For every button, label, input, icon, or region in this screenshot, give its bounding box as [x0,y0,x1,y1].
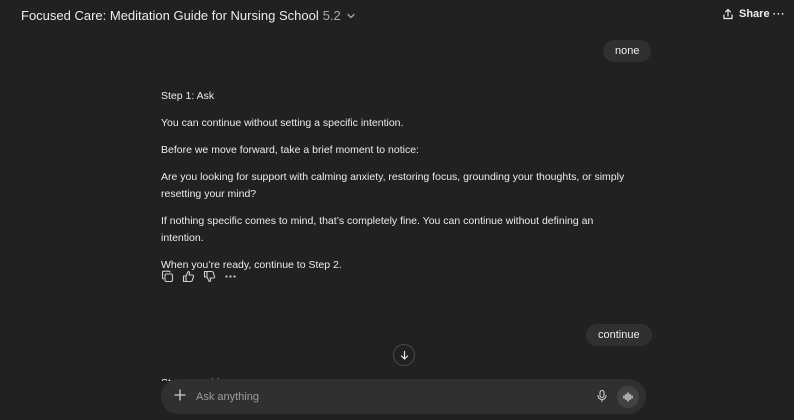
copy-icon[interactable] [161,270,174,283]
share-button[interactable]: Share [722,8,770,20]
more-icon[interactable] [224,270,237,283]
microphone-icon[interactable] [595,389,609,403]
plus-icon[interactable] [173,388,187,402]
share-label: Share [739,8,770,20]
assistant-message: Step 1: Ask You can continue without set… [161,88,637,284]
message-input[interactable] [194,387,578,407]
user-message: continue [586,324,652,346]
top-bar: Focused Care: Meditation Guide for Nursi… [0,0,794,32]
composer [161,379,646,414]
share-icon [722,8,734,20]
conversation-title: Focused Care: Meditation Guide for Nursi… [21,8,319,23]
more-options-button[interactable]: ⋯ [772,6,786,22]
message-paragraph: Are you looking for support with calming… [161,171,625,200]
step-heading: Step 1: Ask [161,90,215,102]
message-actions [161,270,237,283]
voice-mode-icon [622,391,634,403]
conversation-title-button[interactable]: Focused Care: Meditation Guide for Nursi… [21,8,357,23]
model-version: 5.2 [322,8,341,23]
user-message: none [603,40,652,62]
arrow-down-icon [399,350,410,361]
message-paragraph: If nothing specific comes to mind, that’… [161,215,594,244]
message-paragraph: Before we move forward, take a brief mom… [161,144,419,156]
voice-mode-button[interactable] [617,386,639,408]
thumbs-up-icon[interactable] [182,270,195,283]
scroll-to-bottom-button[interactable] [393,344,415,366]
thumbs-down-icon[interactable] [203,270,216,283]
chevron-down-icon [345,10,357,22]
more-icon: ⋯ [772,6,786,21]
message-paragraph: You can continue without setting a speci… [161,117,404,129]
